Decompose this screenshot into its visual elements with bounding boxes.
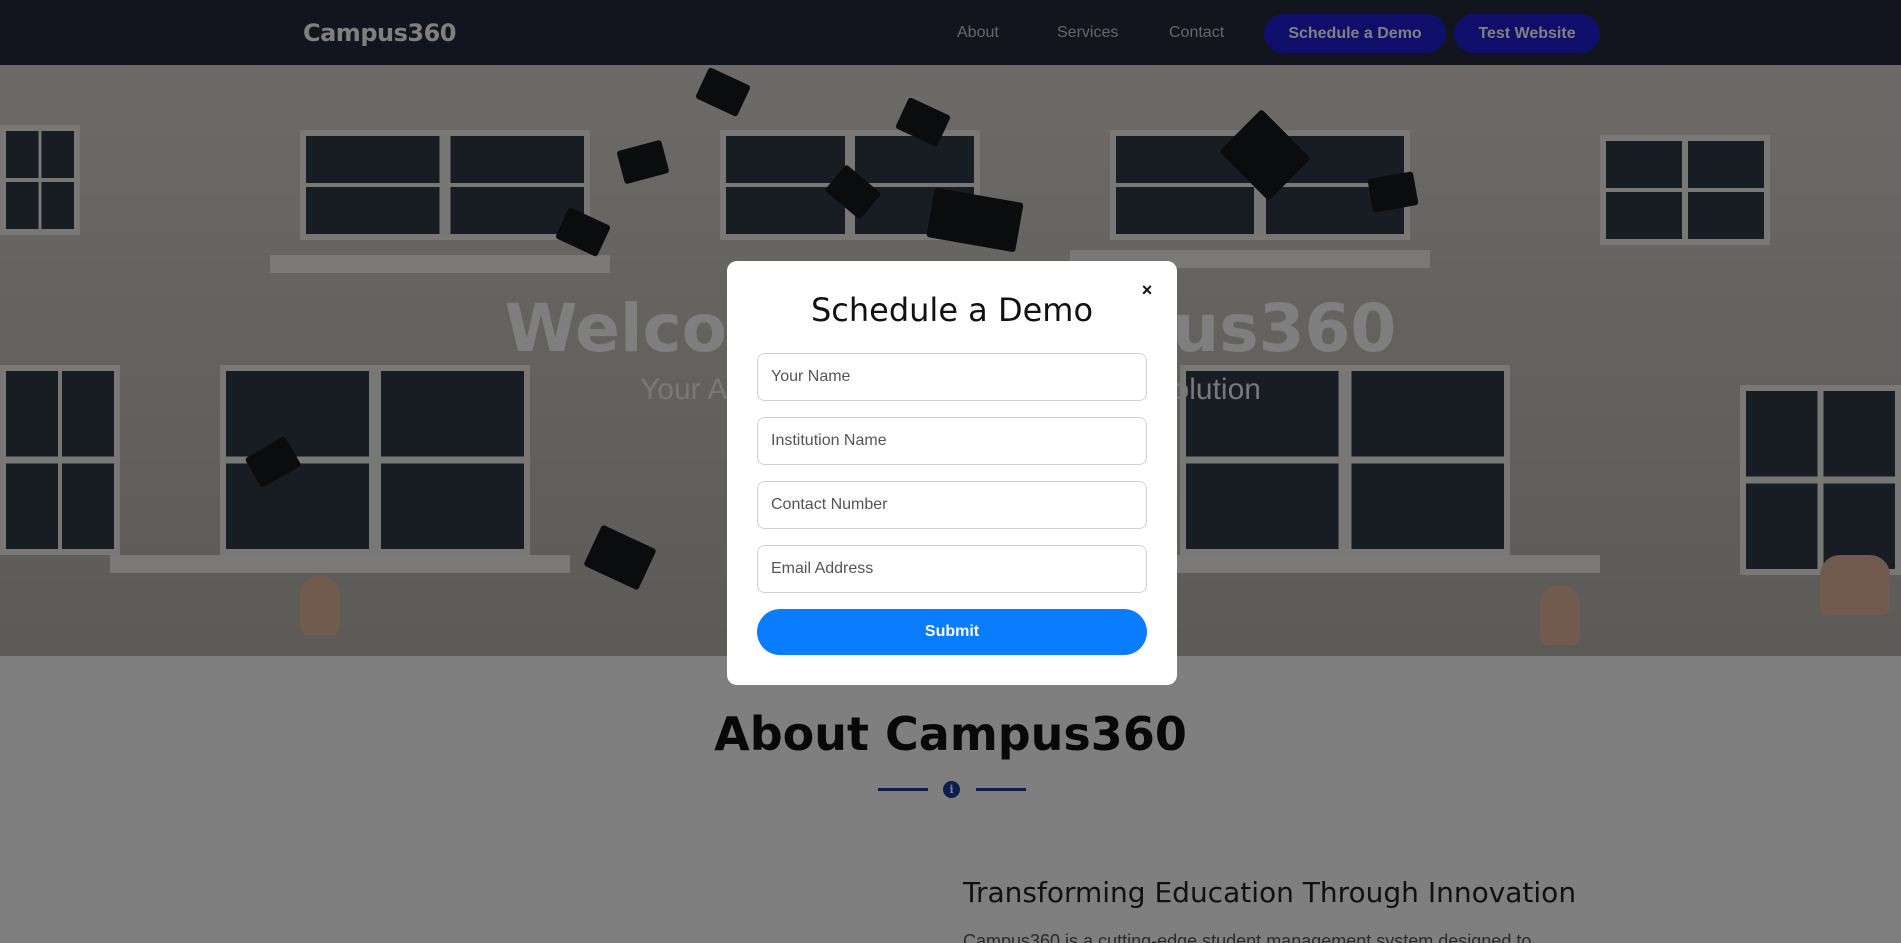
contact-number-input[interactable] [757, 481, 1147, 529]
modal-title: Schedule a Demo [810, 291, 1094, 329]
email-input[interactable] [757, 545, 1147, 593]
name-input[interactable] [757, 353, 1147, 401]
schedule-demo-modal: Schedule a Demo × Submit [727, 261, 1177, 685]
institution-input[interactable] [757, 417, 1147, 465]
close-icon[interactable]: × [1136, 279, 1158, 301]
submit-button[interactable]: Submit [757, 609, 1147, 655]
